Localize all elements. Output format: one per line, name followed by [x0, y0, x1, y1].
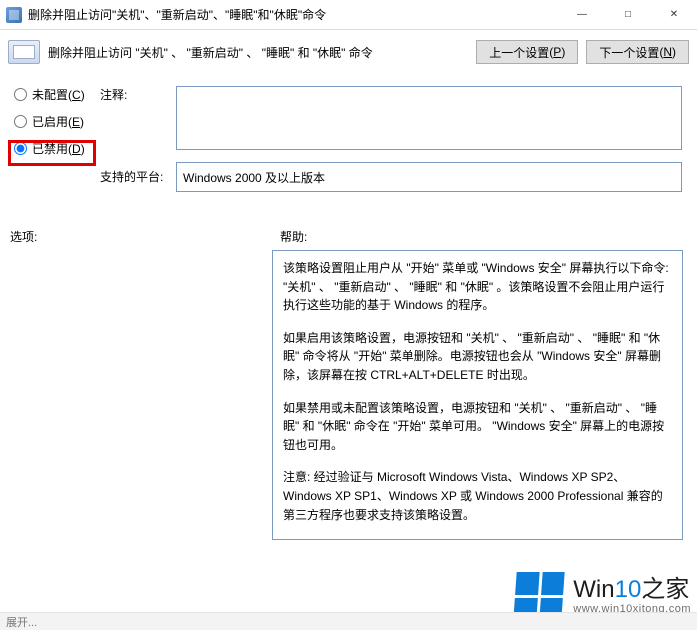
help-paragraph: 注意: 经过验证与 Microsoft Windows Vista、Window… [283, 468, 672, 524]
policy-icon [8, 40, 40, 64]
radio-not-configured-input[interactable] [14, 88, 27, 101]
help-textbox[interactable]: 该策略设置阻止用户从 "开始" 菜单或 "Windows 安全" 屏幕执行以下命… [272, 250, 683, 540]
help-label: 帮助: [280, 228, 307, 245]
config-radio-group: 未配置(C) 已启用(E) 已禁用(D) [14, 86, 85, 157]
statusbar: 展开... [0, 612, 697, 630]
header-row: 删除并阻止访问 "关机" 、 "重新启动" 、 "睡眠" 和 "休眠" 命令 上… [0, 30, 697, 78]
close-button[interactable]: ✕ [651, 0, 697, 29]
statusbar-text: 展开... [6, 614, 37, 630]
platform-field: Windows 2000 及以上版本 [176, 162, 682, 192]
comment-label: 注释: [100, 86, 127, 103]
radio-disabled-input[interactable] [14, 142, 27, 155]
radio-enabled[interactable]: 已启用(E) [14, 113, 85, 130]
help-paragraph: 该策略设置阻止用户从 "开始" 菜单或 "Windows 安全" 屏幕执行以下命… [283, 259, 672, 315]
options-pane [8, 250, 264, 540]
app-icon [6, 7, 22, 23]
policy-title: 删除并阻止访问 "关机" 、 "重新启动" 、 "睡眠" 和 "休眠" 命令 [48, 44, 468, 61]
maximize-button[interactable]: □ [605, 0, 651, 29]
window-controls: — □ ✕ [559, 0, 697, 29]
comment-textarea[interactable] [176, 86, 682, 150]
titlebar: 删除并阻止访问"关机"、"重新启动"、"睡眠"和"休眠"命令 — □ ✕ [0, 0, 697, 30]
watermark-text: Win10之家 www.win10xitong.com [573, 577, 691, 615]
radio-disabled[interactable]: 已禁用(D) [14, 140, 85, 157]
next-setting-button[interactable]: 下一个设置(N) [586, 40, 689, 64]
help-paragraph: 如果禁用或未配置该策略设置，电源按钮和 "关机" 、 "重新启动" 、 "睡眠"… [283, 399, 672, 455]
previous-setting-button[interactable]: 上一个设置(P) [476, 40, 578, 64]
radio-enabled-input[interactable] [14, 115, 27, 128]
minimize-button[interactable]: — [559, 0, 605, 29]
platform-label: 支持的平台: [100, 168, 163, 185]
radio-not-configured[interactable]: 未配置(C) [14, 86, 85, 103]
help-paragraph: 如果启用该策略设置，电源按钮和 "关机" 、 "重新启动" 、 "睡眠" 和 "… [283, 329, 672, 385]
window-title: 删除并阻止访问"关机"、"重新启动"、"睡眠"和"休眠"命令 [28, 6, 559, 23]
options-label: 选项: [10, 228, 37, 245]
